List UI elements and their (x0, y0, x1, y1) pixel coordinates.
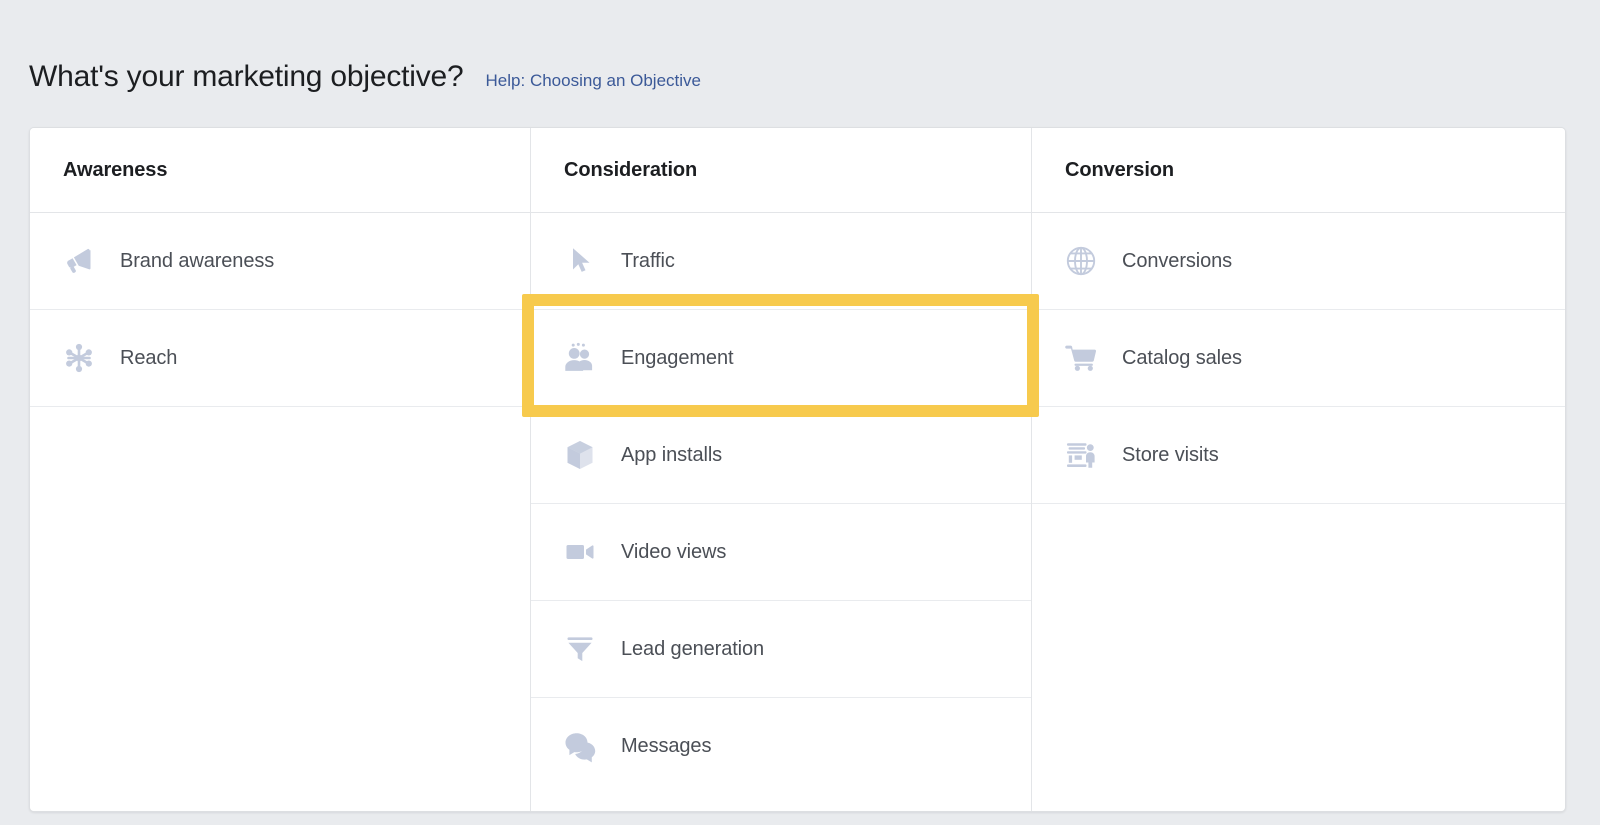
objective-label: Lead generation (621, 637, 765, 660)
objective-row-lead-generation[interactable]: Lead generation (531, 601, 1031, 698)
objective-label: Traffic (621, 249, 675, 272)
column-header-label: Consideration (564, 158, 698, 181)
objective-row-messages[interactable]: Messages (531, 698, 1031, 795)
objective-row-engagement[interactable]: Engagement (531, 310, 1031, 407)
video-camera-icon (559, 531, 601, 573)
speech-bubbles-icon (559, 726, 601, 768)
objective-label: Engagement (621, 346, 734, 369)
shopping-cart-icon (1060, 337, 1102, 379)
objective-row-brand-awareness[interactable]: Brand awareness (30, 213, 530, 310)
reach-star-icon (58, 337, 100, 379)
objective-row-traffic[interactable]: Traffic (531, 213, 1031, 310)
heading-row: What's your marketing objective? Help: C… (29, 58, 701, 96)
objective-row-conversions[interactable]: Conversions (1032, 213, 1565, 310)
globe-icon (1060, 240, 1102, 282)
column-conversion: Conversion Conversions Catalog sales Sto… (1032, 128, 1565, 811)
objective-label: Video views (621, 540, 727, 563)
objective-row-video-views[interactable]: Video views (531, 504, 1031, 601)
objective-row-app-installs[interactable]: App installs (531, 407, 1031, 504)
objective-label: App installs (621, 443, 723, 466)
objective-label: Conversions (1122, 249, 1233, 272)
objective-row-reach[interactable]: Reach (30, 310, 530, 407)
objective-row-store-visits[interactable]: Store visits (1032, 407, 1565, 504)
column-header-label: Awareness (63, 158, 168, 181)
objective-label: Brand awareness (120, 249, 275, 272)
objective-label: Messages (621, 735, 712, 757)
objective-label: Catalog sales (1122, 346, 1242, 369)
column-header-conversion: Conversion (1032, 128, 1565, 213)
cube-icon (559, 434, 601, 476)
objective-card: Awareness Brand awareness Reach Consider… (29, 127, 1566, 812)
objective-label: Reach (120, 346, 178, 369)
objective-row-catalog-sales[interactable]: Catalog sales (1032, 310, 1565, 407)
column-consideration: Consideration Traffic Engagement App ins… (530, 128, 1032, 811)
people-group-icon (559, 337, 601, 379)
page-title: What's your marketing objective? (29, 60, 464, 93)
cursor-arrow-icon (559, 240, 601, 282)
help-choosing-objective-link[interactable]: Help: Choosing an Objective (486, 70, 701, 92)
objective-label: Store visits (1122, 443, 1219, 466)
column-header-awareness: Awareness (30, 128, 530, 213)
column-awareness: Awareness Brand awareness Reach (30, 128, 530, 811)
column-header-label: Conversion (1065, 158, 1175, 181)
storefront-icon (1060, 434, 1102, 476)
megaphone-icon (58, 240, 100, 282)
funnel-icon (559, 628, 601, 670)
column-header-consideration: Consideration (531, 128, 1031, 213)
objective-picker-screen: What's your marketing objective? Help: C… (0, 0, 1600, 825)
